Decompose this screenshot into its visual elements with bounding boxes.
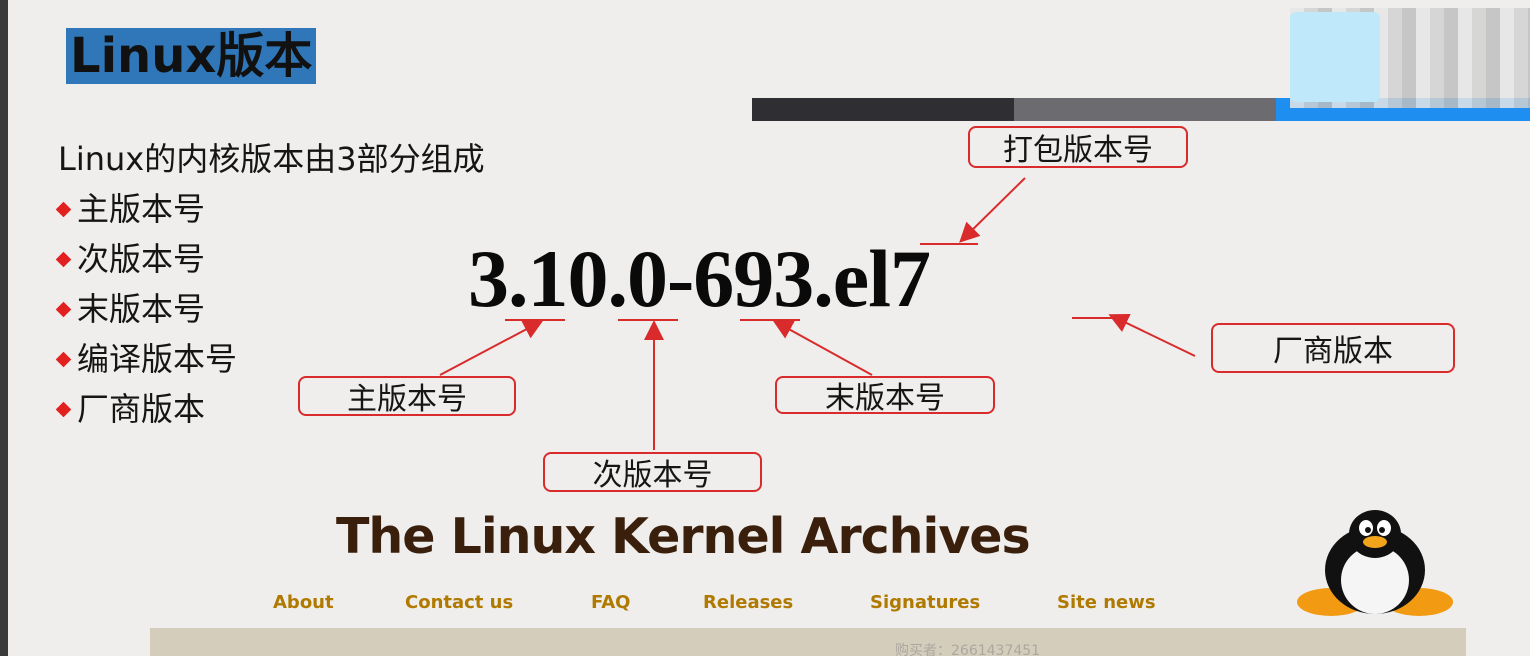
nav-faq-link[interactable]: FAQ xyxy=(591,592,630,613)
major-arrow xyxy=(439,320,544,376)
label-minor-version: 次版本号 xyxy=(543,452,762,493)
package-arrow xyxy=(959,177,1026,243)
vendor-arrow xyxy=(1108,313,1196,357)
archives-footer-band xyxy=(150,628,1466,656)
kernel-archives-title: The Linux Kernel Archives xyxy=(336,508,1031,565)
nav-signatures-link[interactable]: Signatures xyxy=(870,592,980,613)
buyer-watermark: 购买者：2661437451 xyxy=(895,643,1041,656)
label-major-version: 主版本号 xyxy=(298,376,516,417)
label-patch-version: 末版本号 xyxy=(775,376,995,416)
label-vendor-version: 厂商版本 xyxy=(1211,323,1455,373)
nav-site-news-link[interactable]: Site news xyxy=(1057,592,1156,613)
patch-arrow xyxy=(772,320,873,376)
slide: Linux版本 Linux的内核版本由3部分组成 主版本号 次版本号 末版本号 … xyxy=(0,0,1530,656)
nav-contact-link[interactable]: Contact us xyxy=(405,592,513,613)
nav-about-link[interactable]: About xyxy=(273,592,334,613)
penguin-logo-icon xyxy=(1297,510,1453,616)
nav-releases-link[interactable]: Releases xyxy=(703,592,793,613)
label-package-version: 打包版本号 xyxy=(968,126,1188,168)
